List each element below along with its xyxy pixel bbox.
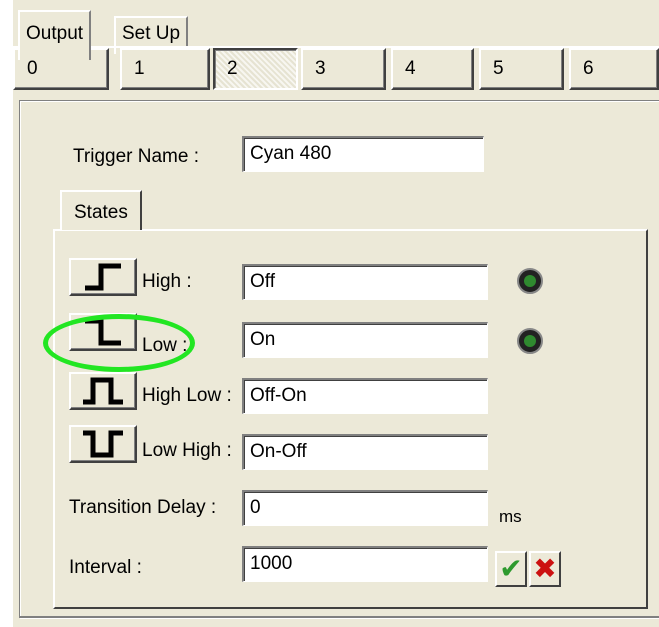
high-low-button[interactable] xyxy=(69,372,137,410)
channel-button-4[interactable]: 4 xyxy=(391,48,474,90)
transition-delay-unit: ms xyxy=(499,507,522,526)
transition-delay-input[interactable]: 0 xyxy=(242,490,488,526)
low-status-led-icon xyxy=(517,328,543,354)
channel-button-5[interactable]: 5 xyxy=(479,48,564,90)
falling-edge-icon xyxy=(85,318,121,346)
transition-delay-label: Transition Delay : xyxy=(69,497,217,518)
high-pulse-icon xyxy=(83,377,123,405)
trigger-settings-window: Output Set Up 0 1 2 3 4 5 6 Trigger Name… xyxy=(13,0,659,627)
high-label: High : xyxy=(142,271,192,292)
high-low-state-input[interactable]: Off-On xyxy=(242,378,488,414)
trigger-name-input[interactable]: Cyan 480 xyxy=(242,136,484,172)
accept-button[interactable]: ✔ xyxy=(495,551,527,587)
channel-button-2[interactable]: 2 xyxy=(213,48,298,90)
cancel-button[interactable]: ✖ xyxy=(529,551,561,587)
tab-states[interactable]: States xyxy=(60,190,142,230)
rising-edge-icon xyxy=(85,263,121,291)
low-pulse-icon xyxy=(83,430,123,458)
low-high-label: Low High : xyxy=(142,440,232,461)
interval-label: Interval : xyxy=(69,557,142,578)
high-button[interactable] xyxy=(69,258,137,296)
trigger-name-label: Trigger Name : xyxy=(73,146,199,167)
low-button[interactable] xyxy=(69,313,137,351)
channel-button-1[interactable]: 1 xyxy=(120,48,210,90)
close-icon: ✖ xyxy=(533,553,557,584)
low-label: Low : xyxy=(142,335,188,356)
tab-output[interactable]: Output xyxy=(18,10,92,60)
high-status-led-icon xyxy=(517,268,543,294)
high-state-input[interactable]: Off xyxy=(242,264,488,300)
high-low-label: High Low : xyxy=(142,385,232,406)
channel-button-6[interactable]: 6 xyxy=(569,48,659,90)
checkmark-icon: ✔ xyxy=(499,553,523,584)
interval-input[interactable]: 1000 xyxy=(242,546,488,582)
low-state-input[interactable]: On xyxy=(242,322,488,358)
low-high-button[interactable] xyxy=(69,425,137,463)
channel-button-3[interactable]: 3 xyxy=(301,48,386,90)
low-high-state-input[interactable]: On-Off xyxy=(242,434,488,470)
